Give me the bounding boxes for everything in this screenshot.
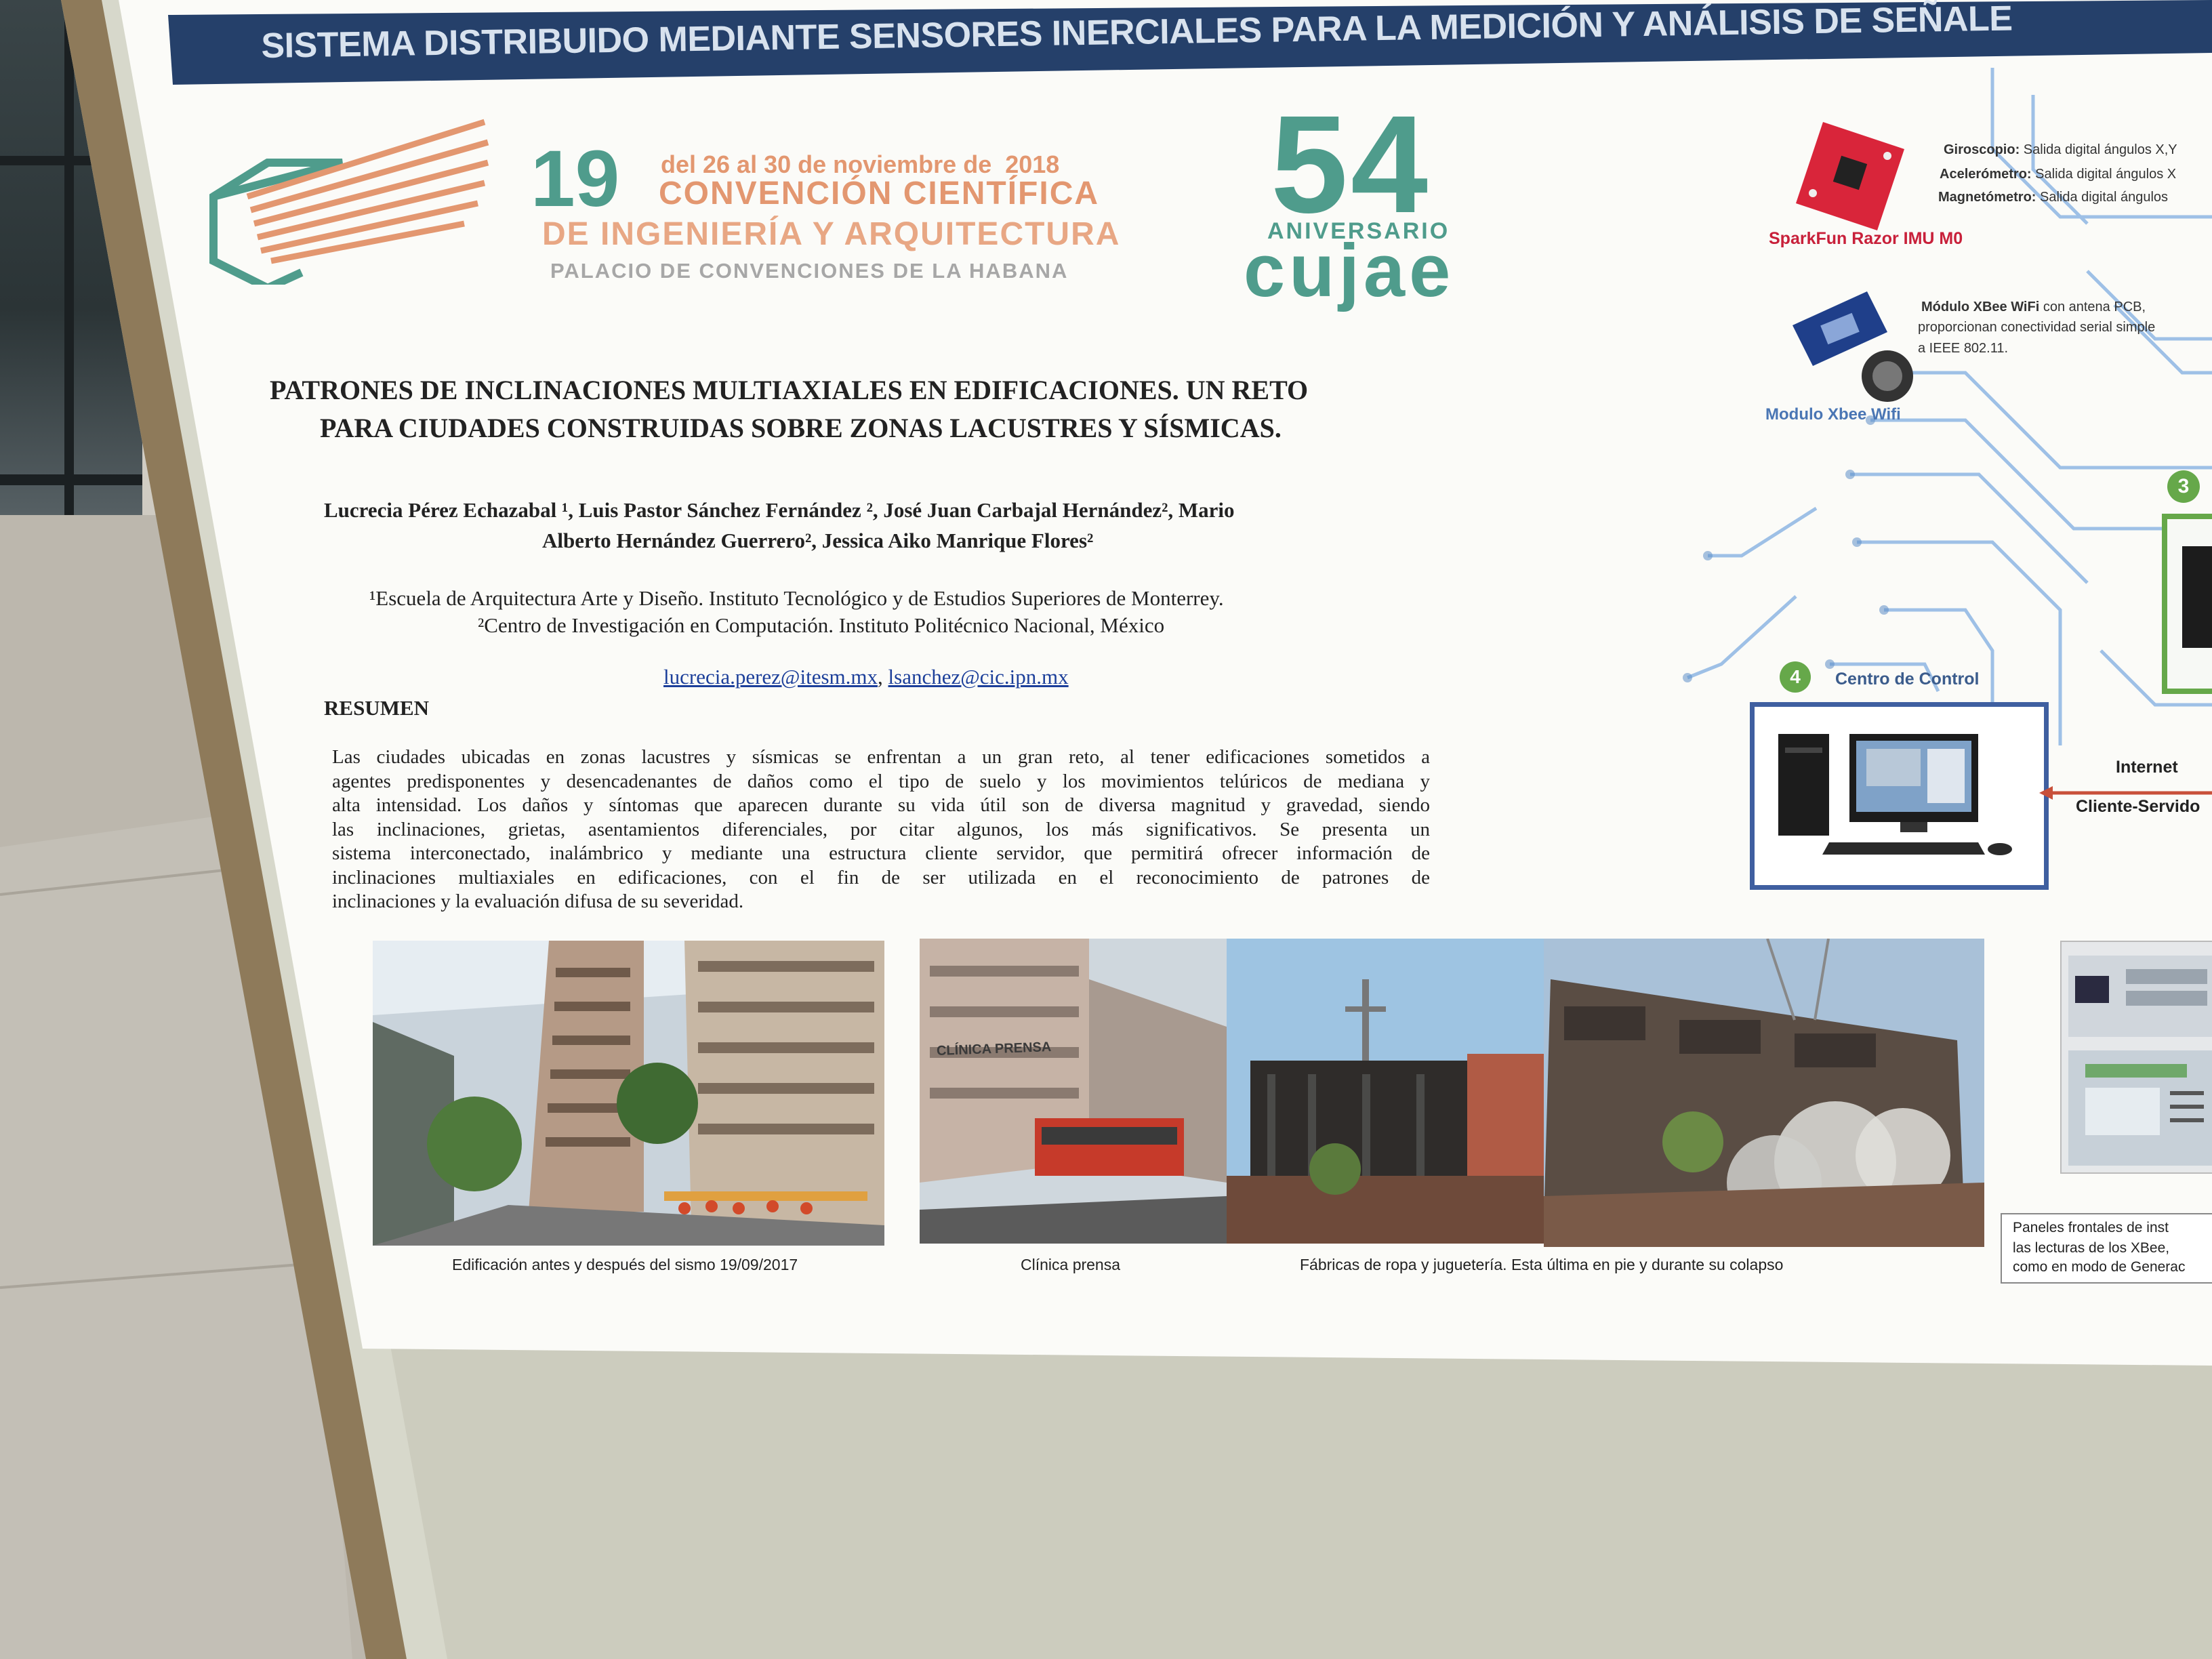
- server-box: [2162, 514, 2212, 694]
- xbee-title: Módulo XBee WiFi: [1921, 300, 2040, 314]
- emails: lucrecia.perez@itesm.mx, lsanchez@cic.ip…: [642, 640, 1069, 714]
- xbee-heading: Módulo XBee WiFi con antena PCB,: [1921, 300, 2146, 315]
- xbee-text3: a IEEE 802.11.: [1918, 341, 2009, 356]
- panel-caption-line3: como en modo de Generac: [2013, 1259, 2186, 1275]
- xbee-text1: con antena PCB,: [2043, 300, 2146, 314]
- poster: SISTEMA DISTRIBUIDO MEDIANTE SENSORES IN…: [0, 0, 2212, 1659]
- xbee-text2: proporcionan conectividad serial simple: [1918, 320, 2156, 335]
- affiliation-2: ²Centro de Investigación en Computación.…: [478, 613, 1165, 637]
- convention-logo-icon: [209, 119, 489, 285]
- caption-photo-3: Fábricas de ropa y juguetería. Esta últi…: [1300, 1256, 1784, 1273]
- email-link-2[interactable]: lsanchez@cic.ipn.mx: [888, 665, 1069, 689]
- sensor-mag: Magnetómetro: Salida digital ángulos: [1938, 190, 2168, 205]
- accel-label: Acelerómetro:: [1940, 167, 2032, 182]
- computer-icon: [1778, 734, 2012, 855]
- abstract-line: agentes predisponentes y desencadenantes…: [332, 770, 1430, 792]
- paper-title-line2: PARA CIUDADES CONSTRUIDAS SOBRE ZONAS LA…: [320, 413, 1282, 443]
- mag-text: Salida digital ángulos: [2040, 190, 2169, 205]
- client-server-label: Cliente-Servido: [2076, 797, 2200, 816]
- convention-line1: CONVENCIÓN CIENTÍFICA: [659, 176, 1100, 211]
- caption-photo-1: Edificación antes y después del sismo 19…: [452, 1256, 798, 1273]
- anniversary-org: cujae: [1244, 229, 1455, 312]
- step-3-badge: 3: [2167, 470, 2200, 503]
- xbee-caption: Modulo Xbee Wifi: [1765, 405, 1901, 424]
- email-separator: ,: [878, 665, 888, 689]
- photo-street-buildings: [373, 941, 884, 1246]
- abstract-line: inclinaciones multiaxiales en edificacio…: [332, 866, 1430, 888]
- convention-number: 19: [531, 134, 620, 224]
- email-link-1[interactable]: lucrecia.perez@itesm.mx: [663, 665, 878, 689]
- authors-line1: Lucrecia Pérez Echazabal ¹, Luis Pastor …: [324, 498, 1235, 522]
- abstract-body: Las ciudades ubicadas en zonas lacustres…: [332, 745, 1430, 914]
- control-center-label: Centro de Control: [1835, 670, 1980, 689]
- abstract-line: inclinaciones y la evaluación difusa de …: [332, 890, 744, 912]
- internet-label: Internet: [2116, 758, 2178, 777]
- panel-caption-line2: las lecturas de los XBee,: [2013, 1240, 2170, 1256]
- paper-title-line1: PATRONES DE INCLINACIONES MULTIAXIALES E…: [270, 375, 1309, 405]
- caption-photo-2: Clínica prensa: [1021, 1256, 1121, 1273]
- photo-clinica-prensa: CLÍNICA PRENSA: [920, 939, 1227, 1244]
- xbee-module-icon: [1793, 291, 1913, 402]
- sensor-name: SparkFun Razor IMU M0: [1769, 229, 1963, 248]
- sensor-gyro: Giroscopio: Salida digital ángulos X,Y: [1944, 142, 2177, 158]
- gyro-text: Salida digital ángulos X,Y: [2023, 142, 2177, 157]
- gyro-label: Giroscopio:: [1944, 142, 2020, 157]
- step-4-badge: 4: [1780, 661, 1811, 693]
- sensor-accel: Acelerómetro: Salida digital ángulos X: [1940, 167, 2176, 182]
- convention-line2: DE INGENIERÍA Y ARQUITECTURA: [542, 216, 1121, 252]
- abstract-heading: RESUMEN: [324, 696, 430, 720]
- abstract-line: sistema interconectado, inalámbrico y me…: [332, 842, 1430, 864]
- mag-label: Magnetómetro:: [1938, 190, 2036, 205]
- abstract-line: las inclinaciones, grietas, asentamiento…: [332, 818, 1430, 840]
- front-panel-caption: Paneles frontales de inst las lecturas d…: [2001, 1213, 2212, 1284]
- banner-title: SISTEMA DISTRIBUIDO MEDIANTE SENSORES IN…: [261, 0, 2013, 66]
- photo-factory: [1227, 939, 1561, 1244]
- authors-line2: Alberto Hernández Guerrero², Jessica Aik…: [542, 529, 1094, 552]
- affiliation-1: ¹Escuela de Arquitectura Arte y Diseño. …: [369, 586, 1224, 610]
- accel-text: Salida digital ángulos X: [2035, 167, 2177, 182]
- abstract-line: alta intensidad. Los daños y síntomas qu…: [332, 794, 1430, 816]
- convention-line3: PALACIO DE CONVENCIONES DE LA HABANA: [550, 259, 1069, 283]
- anniversary-number: 54: [1271, 87, 1431, 242]
- control-center-box: [1750, 702, 2049, 890]
- sparkfun-imu-icon: [1796, 122, 1904, 230]
- front-panel-screenshot: [2060, 941, 2212, 1174]
- abstract-line: Las ciudades ubicadas en zonas lacustres…: [332, 746, 1430, 768]
- panel-caption-line1: Paneles frontales de inst: [2013, 1220, 2169, 1235]
- photo-collapse: [1544, 939, 1984, 1247]
